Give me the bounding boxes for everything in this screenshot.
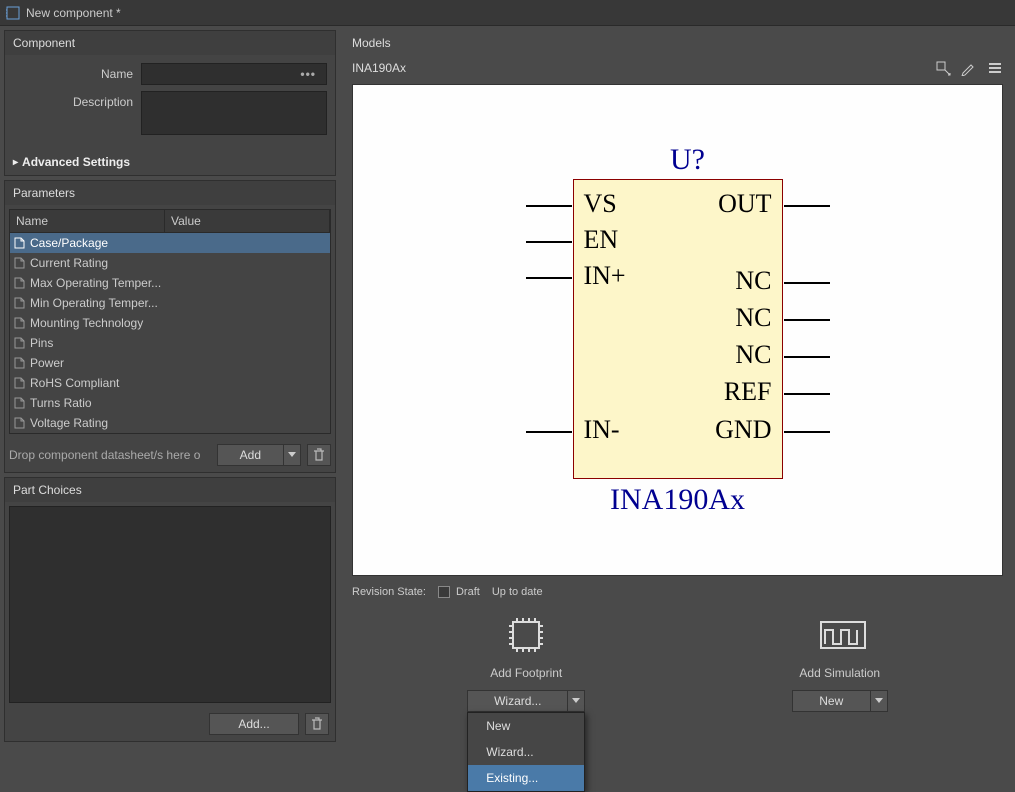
parameter-name: Turns Ratio [30, 396, 92, 410]
pin-in-minus: IN- [584, 415, 620, 445]
parameter-row[interactable]: Mounting Technology [10, 313, 330, 333]
parameters-table: Name Value Case/Package Current Rating M… [9, 209, 331, 434]
add-footprint-label: Add Footprint [490, 666, 562, 680]
document-icon [14, 357, 26, 369]
models-header: Models [344, 30, 1011, 56]
parameter-name: RoHS Compliant [30, 376, 119, 390]
parameter-row[interactable]: Power [10, 353, 330, 373]
add-simulation-label: Add Simulation [799, 666, 880, 680]
simulation-icon [819, 614, 861, 656]
pin-nc1: NC [735, 266, 771, 296]
parameter-row[interactable]: RoHS Compliant [10, 373, 330, 393]
pin-in-plus: IN+ [584, 261, 626, 291]
parameter-row[interactable]: Case/Package [10, 233, 330, 253]
delete-parameter-button[interactable] [307, 444, 331, 466]
parameter-name: Power [30, 356, 64, 370]
list-icon[interactable] [987, 60, 1003, 76]
pin-out: OUT [718, 189, 771, 219]
schematic-part-name: INA190Ax [508, 483, 848, 517]
parameter-row[interactable]: Pins [10, 333, 330, 353]
parameter-row[interactable]: Voltage Rating [10, 413, 330, 433]
column-name[interactable]: Name [10, 210, 165, 232]
add-simulation-dropdown[interactable] [870, 690, 888, 712]
document-icon [14, 237, 26, 249]
symbol-name: INA190Ax [352, 61, 927, 75]
parameter-name: Min Operating Temper... [30, 296, 158, 310]
document-icon [14, 297, 26, 309]
parameter-row[interactable]: Min Operating Temper... [10, 293, 330, 313]
component-tab-icon [6, 6, 20, 20]
add-parameter-button[interactable]: Add [217, 444, 301, 466]
right-panel: Models INA190Ax U? [340, 26, 1015, 746]
window-title: New component * [26, 6, 121, 20]
part-choices-header: Part Choices [5, 478, 335, 502]
left-panel: Component Name ••• Description Advanced … [0, 26, 340, 746]
parameter-row[interactable]: Max Operating Temper... [10, 273, 330, 293]
add-footprint-dropdown[interactable] [567, 690, 585, 712]
titlebar: New component * [0, 0, 1015, 26]
pin-nc3: NC [735, 340, 771, 370]
trash-icon [313, 448, 325, 462]
place-icon[interactable] [935, 60, 951, 76]
document-icon [14, 377, 26, 389]
pin-en: EN [584, 225, 619, 255]
parameters-header: Parameters [5, 181, 335, 205]
revision-state-label: Revision State: [352, 586, 426, 598]
schematic-preview[interactable]: U? VS EN IN+ IN- OUT NC [352, 84, 1003, 576]
parameter-row[interactable]: Turns Ratio [10, 393, 330, 413]
document-icon [14, 397, 26, 409]
parameter-name: Current Rating [30, 256, 108, 270]
document-icon [14, 277, 26, 289]
edit-icon[interactable] [961, 60, 977, 76]
footprint-menu-item[interactable]: Existing... [468, 765, 584, 791]
footprint-icon [505, 614, 547, 656]
parameter-name: Voltage Rating [30, 416, 108, 430]
footprint-menu-item[interactable]: New [468, 713, 584, 739]
delete-part-choice-button[interactable] [305, 713, 329, 735]
document-icon [14, 317, 26, 329]
advanced-settings-toggle[interactable]: Advanced Settings [5, 149, 335, 175]
parameter-name: Max Operating Temper... [30, 276, 161, 290]
parameter-row[interactable]: Current Rating [10, 253, 330, 273]
parameters-section: Parameters Name Value Case/Package Curre… [4, 180, 336, 473]
footprint-dropdown-menu: NewWizard...Existing... [467, 712, 585, 792]
description-label: Description [13, 91, 133, 109]
revision-state-row: Revision State: Draft Up to date [344, 580, 1011, 604]
parameter-name: Pins [30, 336, 53, 350]
part-choices-list[interactable] [9, 506, 331, 703]
add-simulation-button[interactable]: New [792, 690, 888, 712]
pin-ref: REF [724, 377, 772, 407]
parameter-name: Case/Package [30, 236, 108, 250]
add-part-choice-button[interactable]: Add... [209, 713, 299, 735]
component-section: Component Name ••• Description Advanced … [4, 30, 336, 176]
pin-nc2: NC [735, 303, 771, 333]
name-label: Name [13, 63, 133, 81]
schematic-designator: U? [508, 143, 848, 177]
add-footprint-button[interactable]: Wizard... [467, 690, 585, 712]
add-footprint-column: Add Footprint Wizard... NewWizard...Exis… [467, 614, 585, 712]
pin-vs: VS [584, 189, 617, 219]
add-simulation-column: Add Simulation New [792, 614, 888, 712]
add-parameter-dropdown[interactable] [283, 444, 301, 466]
document-icon [14, 417, 26, 429]
footprint-menu-item[interactable]: Wizard... [468, 739, 584, 765]
draft-checkbox[interactable] [438, 586, 450, 598]
datasheet-drop-hint[interactable]: Drop component datasheet/s here o [9, 448, 211, 462]
name-browse-icon[interactable]: ••• [300, 67, 320, 81]
document-icon [14, 257, 26, 269]
part-choices-section: Part Choices Add... [4, 477, 336, 742]
name-input[interactable]: ••• [141, 63, 327, 85]
draft-label: Draft [456, 586, 480, 598]
trash-icon [311, 717, 323, 731]
column-value[interactable]: Value [165, 210, 330, 232]
pin-gnd: GND [715, 415, 771, 445]
uptodate-label: Up to date [492, 586, 543, 598]
parameter-name: Mounting Technology [30, 316, 143, 330]
document-icon [14, 337, 26, 349]
component-section-header: Component [5, 31, 335, 55]
description-input[interactable] [141, 91, 327, 135]
